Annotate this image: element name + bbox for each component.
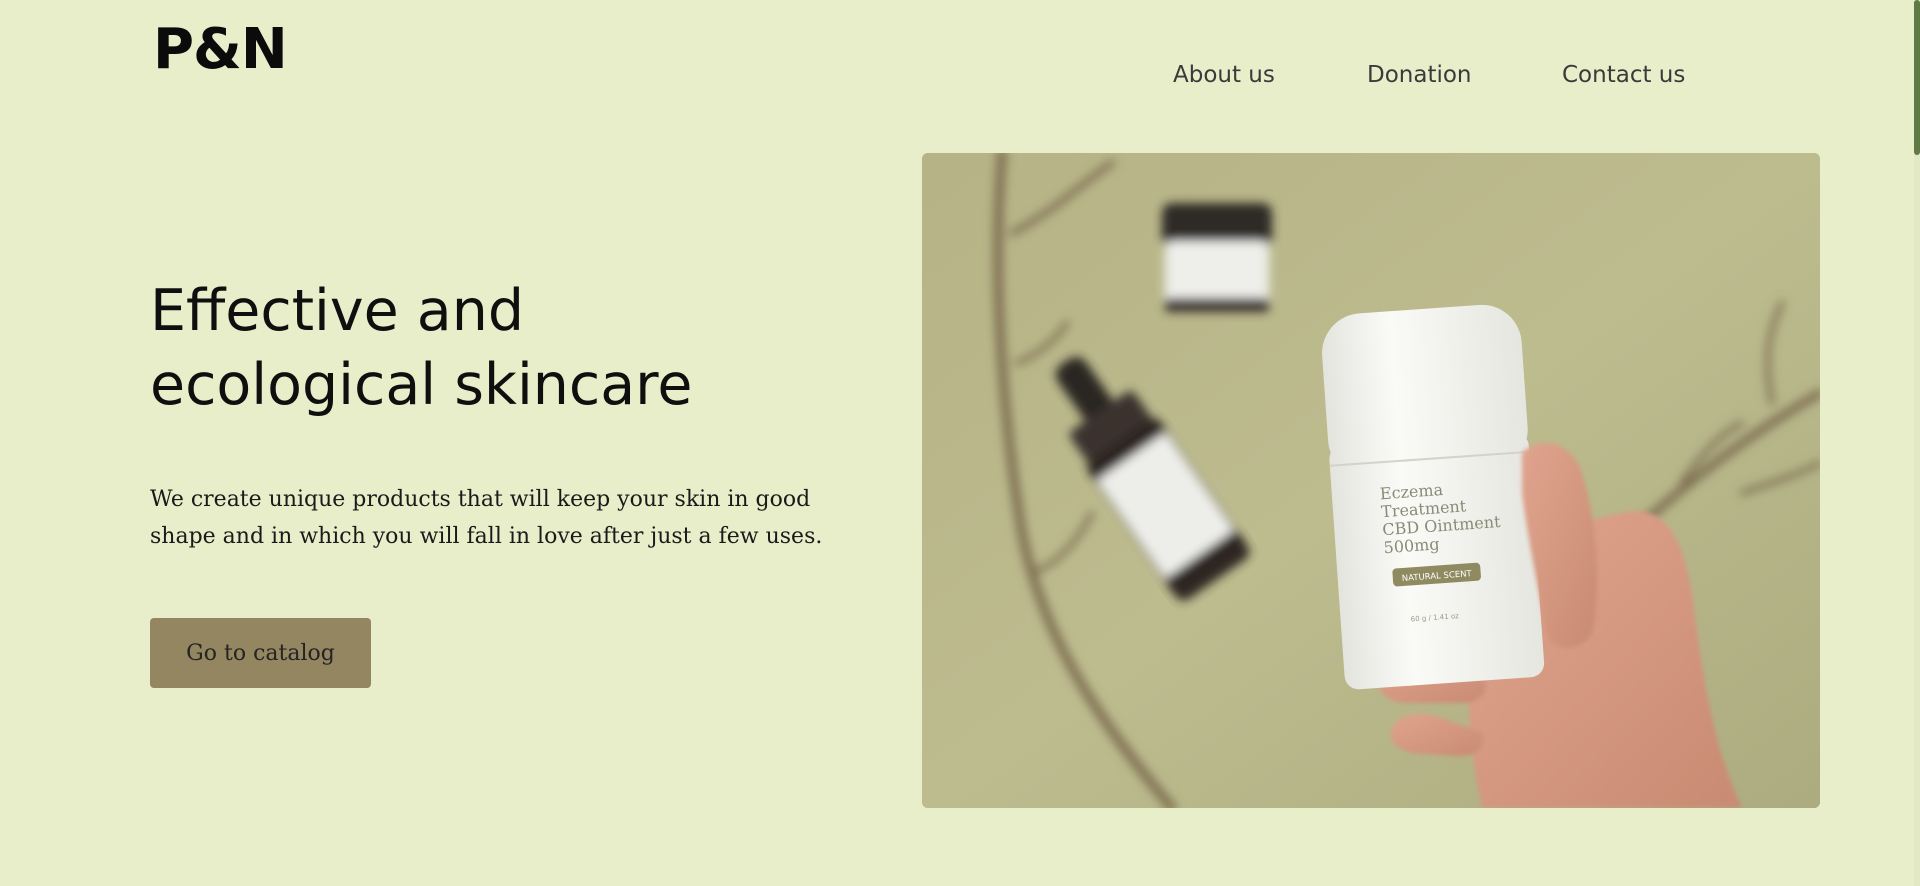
main-nav: About us Donation Contact us [0,62,1920,94]
product-photo-illustration: Eczema Treatment CBD Ointment 500mg NATU… [922,153,1820,808]
nav-link-donation[interactable]: Donation [1367,62,1472,88]
hero-headline: Effective and ecological skincare [150,274,870,422]
go-to-catalog-button[interactable]: Go to catalog [150,618,371,688]
label-line-4: 500mg [1383,534,1440,557]
hero-description: We create unique products that will keep… [150,481,870,555]
hero-headline-line-2: ecological skincare [150,352,693,418]
page-scrollbar[interactable] [1914,0,1920,886]
scrollbar-thumb[interactable] [1914,0,1920,155]
nav-link-contact-us[interactable]: Contact us [1562,62,1685,88]
hero-description-line-2: shape and in which you will fall in love… [150,524,823,549]
hero-headline-line-1: Effective and [150,278,525,344]
hero-description-line-1: We create unique products that will keep… [150,487,811,512]
hero-product-photo: Eczema Treatment CBD Ointment 500mg NATU… [922,153,1820,808]
nav-link-about-us[interactable]: About us [1173,62,1275,88]
